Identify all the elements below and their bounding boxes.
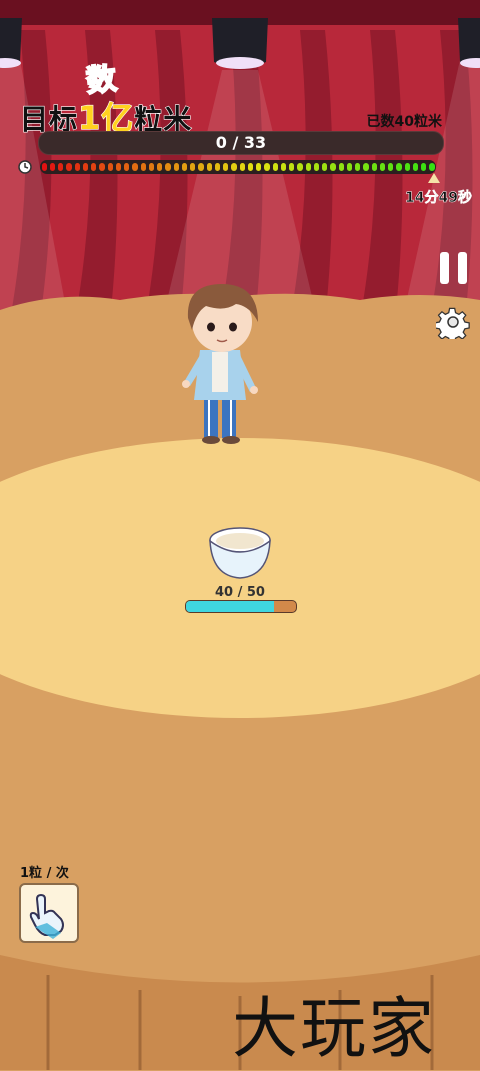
timer-segment [272,163,278,171]
timer-segment [157,163,163,171]
spotlight-icon [0,18,22,68]
timer-segment [421,163,427,171]
timer-segment [82,163,88,171]
spotlight-icon [458,18,480,68]
timer-segment [206,163,212,171]
timer-segment [173,163,179,171]
timer-segment [289,163,295,171]
timer-segment [132,163,138,171]
timer-segment [41,163,47,171]
timer-segment [165,163,171,171]
timer-segment [297,163,303,171]
timer-segment [379,163,385,171]
timer-segment [363,163,369,171]
goal-title: 数 目标1亿粒米 [19,55,220,138]
timer-segment [305,163,311,171]
timer-segments [40,160,436,174]
timer-segment [74,163,80,171]
timer-segment [429,163,435,171]
timer-segment [264,163,270,171]
timer-segment [190,163,196,171]
timer-marker-icon [428,173,440,183]
timer-segment [247,163,253,171]
pause-icon [440,252,449,284]
timer-segment [66,163,72,171]
timer-segment [214,163,220,171]
timer-segment [346,163,352,171]
timer-segment [140,163,146,171]
hand-pointer-icon [29,893,64,939]
gear-icon[interactable] [436,305,470,339]
timer-segment [58,163,64,171]
timer-segment [396,163,402,171]
timer-segment [99,163,105,171]
clock-icon [18,160,32,174]
timer-segment [330,163,336,171]
timer-segment [404,163,410,171]
time-remaining: 14分49秒 [405,190,472,207]
spotlight-icon [212,18,268,69]
timer-segment [231,163,237,171]
watermark-logo: 大玩家 [232,990,436,1067]
goal-progress-bar: 0 / 33 [38,131,444,155]
timer-segment [198,163,204,171]
timer-segment [412,163,418,171]
bowl-count: 40 / 50 [215,585,265,600]
goal-progress-text: 0 / 33 [215,133,267,152]
timer-segment [239,163,245,171]
timer-segment [388,163,394,171]
timer-segment [124,163,130,171]
timer-segment [115,163,121,171]
timer-segment [49,163,55,171]
timer-bar [18,158,442,176]
timer-segment [91,163,97,171]
rate-label: 1粒 / 次 [20,866,69,881]
timer-segment [280,163,286,171]
tap-button[interactable] [19,883,79,943]
bowl-progress-bar [185,600,297,613]
timer-segment [223,163,229,171]
timer-segment [355,163,361,171]
timer-segment [148,163,154,171]
timer-segment [107,163,113,171]
timer-segment [338,163,344,171]
bowl-progress-fill [186,601,274,612]
pause-button[interactable] [436,250,472,286]
timer-segment [322,163,328,171]
counted-label: 已数40粒米 [366,114,442,130]
pause-icon-bar [458,252,467,284]
timer-segment [313,163,319,171]
timer-segment [371,163,377,171]
timer-segment [181,163,187,171]
timer-segment [256,163,262,171]
